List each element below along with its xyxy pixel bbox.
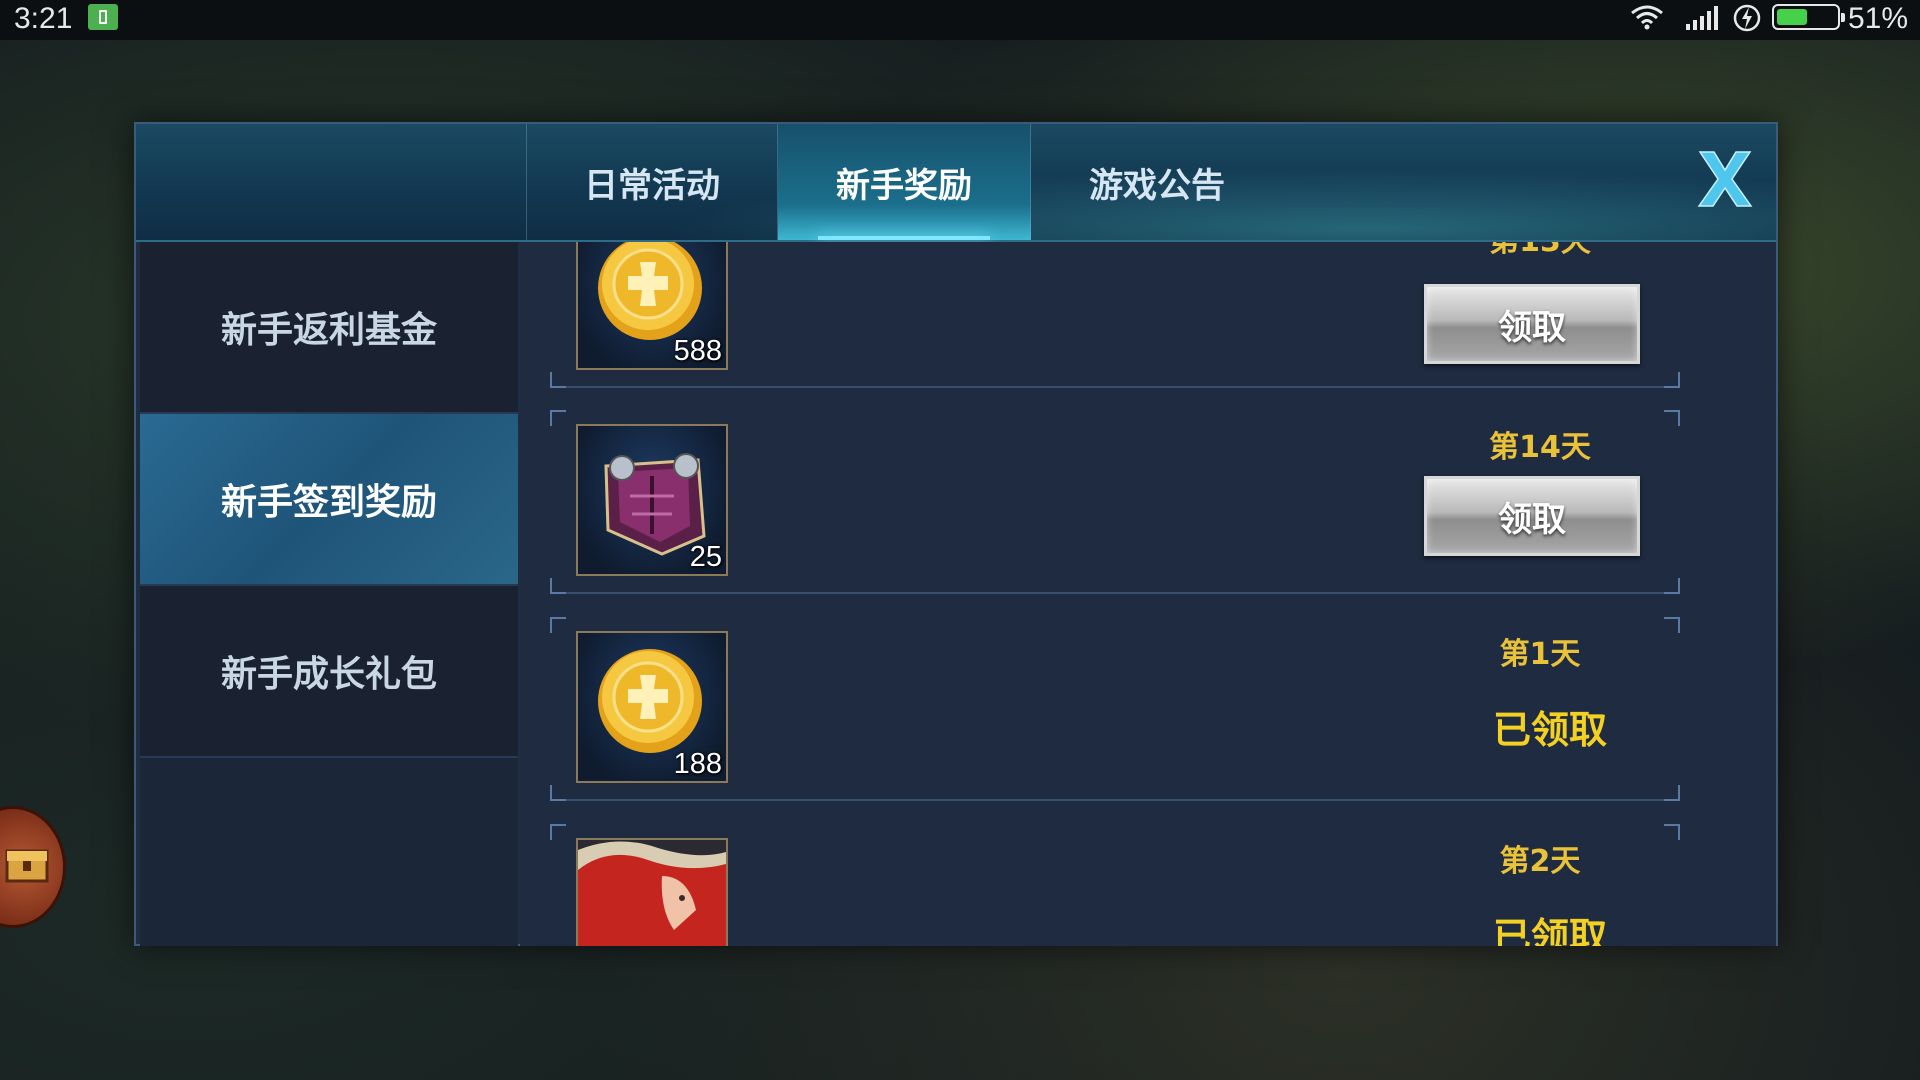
reward-item-slot[interactable]	[576, 838, 728, 946]
battery-percent: 51%	[1848, 2, 1909, 35]
reward-row: 25 第14天 领取	[550, 410, 1680, 594]
item-count: 588	[673, 335, 722, 367]
claim-button[interactable]: 领取	[1424, 476, 1640, 556]
sidebar: 新手返利基金 新手签到奖励 新手成长礼包	[140, 242, 518, 946]
dialog-header: 日常活动 新手奖励 游戏公告	[136, 124, 1776, 242]
cell-signal-icon	[1686, 6, 1718, 30]
reward-row: 第2天 已领取	[550, 824, 1680, 946]
hero-portrait-icon	[578, 840, 726, 946]
day-label: 第14天	[1489, 430, 1591, 465]
reward-row: 588 第13天 领取	[550, 242, 1680, 388]
reward-item-slot[interactable]: 188	[576, 631, 728, 783]
charging-icon	[1733, 4, 1761, 32]
treasure-chest-button[interactable]	[0, 806, 66, 928]
sidebar-item-growth-pack[interactable]: 新手成长礼包	[140, 586, 518, 758]
status-time: 3:21	[14, 2, 73, 35]
day-label: 第13天	[1450, 242, 1630, 260]
tab-newbie-rewards[interactable]: 新手奖励	[778, 124, 1031, 240]
treasure-chest-icon	[5, 849, 49, 883]
reward-list[interactable]: 588 第13天 领取 25 第14天 领取	[520, 242, 1776, 946]
item-count: 25	[689, 541, 722, 573]
day-label: 第1天	[1499, 637, 1581, 672]
claim-button[interactable]: 领取	[1424, 284, 1640, 364]
tab-daily-activities[interactable]: 日常活动	[526, 124, 778, 240]
battery-icon	[1772, 4, 1845, 30]
claimed-status: 已领取	[1492, 915, 1607, 946]
reward-item-slot[interactable]: 25	[576, 424, 728, 576]
status-bar: 3:21 51%	[0, 0, 1920, 40]
sim-card-icon	[88, 4, 118, 30]
close-icon	[1697, 151, 1753, 207]
wifi-icon	[1631, 5, 1663, 30]
day-label: 第2天	[1499, 844, 1581, 879]
tab-game-announcements[interactable]: 游戏公告	[1032, 124, 1282, 240]
item-count: 188	[673, 748, 722, 780]
reward-row: 188 第1天 已领取	[550, 617, 1680, 801]
sidebar-item-rebate-fund[interactable]: 新手返利基金	[140, 242, 518, 414]
claimed-status: 已领取	[1492, 708, 1607, 752]
sidebar-item-signin-rewards[interactable]: 新手签到奖励	[140, 414, 518, 586]
rewards-dialog: 日常活动 新手奖励 游戏公告 新手返利基金 新手签到奖励 新手成长礼包 588	[134, 122, 1778, 946]
reward-item-slot[interactable]: 588	[576, 242, 728, 370]
close-button[interactable]	[1690, 144, 1760, 214]
